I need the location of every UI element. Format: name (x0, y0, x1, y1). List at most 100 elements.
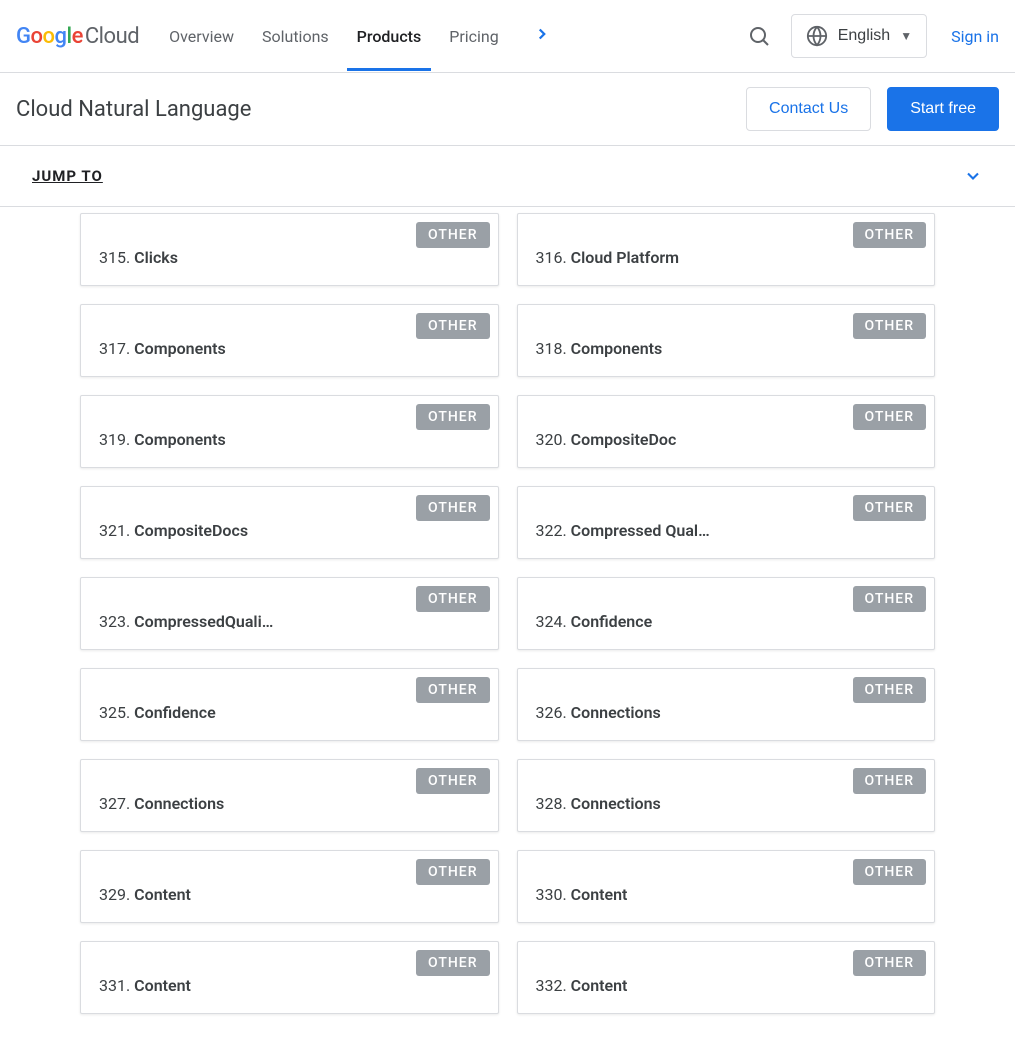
entity-card[interactable]: OTHER 322. Compressed Qual… (517, 486, 936, 559)
nav-pricing[interactable]: Pricing (449, 3, 499, 70)
entity-number: 322. (536, 521, 571, 540)
globe-icon (806, 25, 828, 47)
entity-number: 332. (536, 976, 571, 995)
entity-card[interactable]: OTHER 325. Confidence (80, 668, 499, 741)
language-label: English (838, 27, 890, 45)
entity-number: 315. (99, 248, 134, 267)
entity-title: 319. Components (99, 430, 379, 449)
contact-us-button[interactable]: Contact Us (746, 87, 871, 131)
entity-name: Components (134, 339, 226, 358)
entity-card[interactable]: OTHER324. Confidence (517, 577, 936, 650)
entity-name: Connections (571, 703, 661, 722)
entity-type-badge: OTHER (853, 950, 927, 976)
entity-number: 319. (99, 430, 134, 449)
entity-name: Clicks (134, 248, 178, 267)
entity-card[interactable]: OTHER 330. Content (517, 850, 936, 923)
entity-type-badge: OTHER (416, 313, 490, 339)
entity-number: 317. (99, 339, 134, 358)
jump-to-bar[interactable]: JUMP TO (0, 146, 1015, 207)
sign-in-link[interactable]: Sign in (951, 27, 999, 46)
entity-card[interactable]: OTHER 317. Components (80, 304, 499, 377)
nav-products[interactable]: Products (357, 3, 422, 70)
entity-card[interactable]: OTHER 320. CompositeDoc (517, 395, 936, 468)
entity-title: 329. Content (99, 885, 379, 904)
entity-number: 323. (99, 612, 134, 631)
entity-card[interactable]: OTHER321. CompositeDocs (80, 486, 499, 559)
entity-type-badge: OTHER (416, 222, 490, 248)
entity-type-badge: OTHER (416, 950, 490, 976)
entity-card[interactable]: OTHER318. Components (517, 304, 936, 377)
entity-name: CompressedQuali… (134, 612, 273, 631)
entity-type-badge: OTHER (853, 222, 927, 248)
sub-actions: Contact Us Start free (746, 87, 999, 131)
entity-type-badge: OTHER (416, 677, 490, 703)
nav-solutions[interactable]: Solutions (262, 3, 329, 70)
start-free-button[interactable]: Start free (887, 87, 999, 131)
content-area: OTHER 315. Clicks OTHER 316. Cloud Platform… (0, 213, 1015, 1054)
search-icon[interactable] (747, 24, 771, 48)
entity-title: 328. Connections (536, 794, 816, 813)
entity-grid: OTHER 315. Clicks OTHER 316. Cloud Platform… (80, 213, 935, 1014)
entity-name: Content (571, 885, 628, 904)
top-nav: Google Cloud Overview Solutions Products… (0, 0, 1015, 73)
entity-type-badge: OTHER (416, 586, 490, 612)
entity-card[interactable]: OTHER332. Content (517, 941, 936, 1014)
entity-title: 318. Components (536, 339, 816, 358)
entity-type-badge: OTHER (853, 677, 927, 703)
entity-number: 325. (99, 703, 134, 722)
language-selector[interactable]: English ▼ (791, 14, 927, 58)
entity-card[interactable]: OTHER 331. Content (80, 941, 499, 1014)
entity-title: 327. Connections (99, 794, 379, 813)
page-title: Cloud Natural Language (16, 97, 251, 122)
logo-cloud-text: Cloud (85, 24, 139, 49)
entity-type-badge: OTHER (416, 859, 490, 885)
nav-links: Overview Solutions Products Pricing (169, 3, 557, 70)
entity-title: 326. Connections (536, 703, 816, 722)
entity-title: 324. Confidence (536, 612, 816, 631)
entity-type-badge: OTHER (853, 495, 927, 521)
entity-card[interactable]: OTHER 323. CompressedQuali… (80, 577, 499, 650)
entity-title: 331. Content (99, 976, 379, 995)
entity-type-badge: OTHER (853, 859, 927, 885)
entity-card[interactable]: OTHER 315. Clicks (80, 213, 499, 286)
entity-name: Components (134, 430, 226, 449)
entity-title: 315. Clicks (99, 248, 379, 267)
chevron-right-icon[interactable] (527, 24, 557, 48)
entity-card[interactable]: OTHER 319. Components (80, 395, 499, 468)
nav-overview[interactable]: Overview (169, 3, 234, 70)
entity-type-badge: OTHER (853, 768, 927, 794)
entity-number: 327. (99, 794, 134, 813)
entity-title: 316. Cloud Platform (536, 248, 816, 267)
entity-title: 320. CompositeDoc (536, 430, 816, 449)
entity-name: Compressed Qual… (571, 521, 710, 540)
jump-to-label: JUMP TO (32, 167, 103, 185)
entity-number: 330. (536, 885, 571, 904)
entity-number: 318. (536, 339, 571, 358)
entity-number: 326. (536, 703, 571, 722)
entity-card[interactable]: OTHER 329. Content (80, 850, 499, 923)
entity-title: 323. CompressedQuali… (99, 612, 379, 631)
entity-title: 322. Compressed Qual… (536, 521, 816, 540)
entity-card[interactable]: OTHER 328. Connections (517, 759, 936, 832)
entity-card[interactable]: OTHER327. Connections (80, 759, 499, 832)
entity-number: 324. (536, 612, 571, 631)
entity-card[interactable]: OTHER 326. Connections (517, 668, 936, 741)
entity-name: Confidence (134, 703, 216, 722)
entity-number: 316. (536, 248, 571, 267)
entity-title: 330. Content (536, 885, 816, 904)
entity-number: 321. (99, 521, 134, 540)
entity-number: 320. (536, 430, 571, 449)
entity-type-badge: OTHER (853, 404, 927, 430)
entity-name: CompositeDoc (571, 430, 677, 449)
entity-name: Connections (134, 794, 224, 813)
sub-nav: Cloud Natural Language Contact Us Start … (0, 73, 1015, 146)
entity-name: Content (134, 976, 191, 995)
entity-name: Confidence (571, 612, 653, 631)
entity-card[interactable]: OTHER 316. Cloud Platform (517, 213, 936, 286)
entity-name: Connections (571, 794, 661, 813)
entity-type-badge: OTHER (416, 404, 490, 430)
entity-type-badge: OTHER (416, 495, 490, 521)
google-cloud-logo[interactable]: Google Cloud (16, 24, 139, 49)
entity-title: 317. Components (99, 339, 379, 358)
chevron-down-icon (963, 166, 983, 186)
